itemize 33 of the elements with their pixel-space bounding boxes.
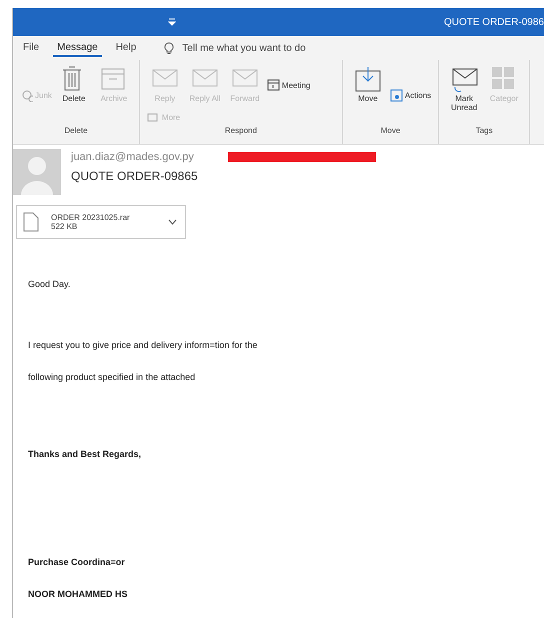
lightbulb-icon [164,42,174,54]
group-label: Delete [63,126,89,137]
sender-address: juan.diaz@mades.gov.py [71,151,194,163]
ribbon-button[interactable]: Actions [388,88,432,102]
tell-me-field[interactable]: Tell me what you want to do [164,42,352,54]
ribbon-button[interactable]: Meeting [266,78,312,93]
attachment-name: ORDER 20231025.rar [51,213,131,222]
attachment-card[interactable]: ORDER 20231025.rar 522 KB [16,205,186,239]
body-text: Thanks and Best Regards, [28,449,142,459]
ribbon-button[interactable]: Mark Unread [445,64,484,114]
group-label: Move [380,126,402,137]
window-icon [146,110,160,124]
body-text: Purchase Coordina=or [28,557,126,567]
quick-access-icon [168,18,176,26]
ribbon-tab[interactable]: Help [112,40,140,56]
ribbon-button[interactable]: Delete [54,64,93,105]
calendar-icon [266,78,280,92]
ribbon-button[interactable]: Move [348,64,387,105]
group-label: Tags [474,126,494,137]
file-icon [23,212,39,232]
group-label: Respond [224,126,258,137]
subject-line: QUOTE ORDER-09865 [71,169,199,183]
ribbon-tab[interactable]: File [19,40,44,56]
window-title: QUOTE ORDER-0986 [444,16,544,28]
body-text: Good Day. [28,279,72,289]
attachment-size: 522 KB [51,222,78,231]
ribbon-tab[interactable]: Message [53,40,102,56]
body-text: following product specified in the attached [28,372,196,382]
body-text: I request you to give price and delivery inform=tion for the [28,340,258,350]
body-text: NOOR MOHAMMED HS [28,589,128,599]
folder-arrow-icon [354,65,382,93]
avatar-icon [13,149,61,195]
chevron-down-icon [168,219,177,225]
